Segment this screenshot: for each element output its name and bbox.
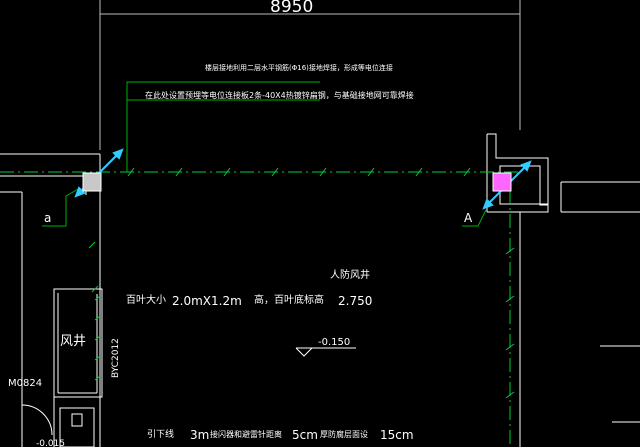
bottom-label-2: 接闪器和避雷针距离 [210, 429, 282, 439]
grid-ticks [88, 167, 515, 399]
axis-label-right: A [464, 211, 473, 225]
axis-label-left: a [44, 211, 51, 225]
bottom-value-2: 5cm [292, 428, 318, 442]
wall-tag: BYC2012 [111, 338, 121, 378]
bottom-value-3: 15cm [380, 428, 414, 442]
top-dimension [99, 0, 521, 150]
grid-axis-lines [0, 171, 520, 447]
left-wall-lines [0, 153, 101, 447]
leader-lines [42, 81, 487, 227]
level-mark-text: -0.150 [318, 337, 350, 348]
shaft-title: 人防风井 [330, 268, 370, 281]
louver-label: 百叶大小 [126, 293, 166, 306]
small-level-value: -0.015 [36, 439, 65, 447]
door-swing [21, 404, 53, 436]
cad-drawing-canvas: 8950 风井 M0824 -0.015 BYC2012 楼层接地利用二层水平钢… [0, 0, 640, 447]
note-line-2: 在此处设置预埋等电位连接板2条-40X4热镀锌扁钢，与基础接地网可靠焊接 [145, 90, 414, 100]
column-right [492, 172, 512, 192]
bottom-label-3: 厚防腐层面设 [320, 429, 368, 439]
bottom-value-1: 3m [190, 428, 209, 442]
column-left [82, 172, 102, 192]
bottom-label-1: 引下线 [147, 428, 174, 440]
louver-bottom-label: 高，百叶底标高 [254, 293, 324, 306]
louver-size: 2.0mX1.2m [172, 294, 242, 308]
note-line-1: 楼层接地利用二层水平钢筋(Φ16)接地焊接，形成等电位连接 [205, 63, 393, 72]
dimension-top-text: 8950 [270, 0, 313, 17]
shaft-box [53, 288, 103, 447]
door-tag: M0824 [8, 378, 42, 389]
shaft-room-label: 风井 [60, 334, 86, 349]
level-symbol [295, 347, 356, 357]
louver-bottom-value: 2.750 [338, 294, 372, 308]
arrow-markers [74, 148, 532, 210]
